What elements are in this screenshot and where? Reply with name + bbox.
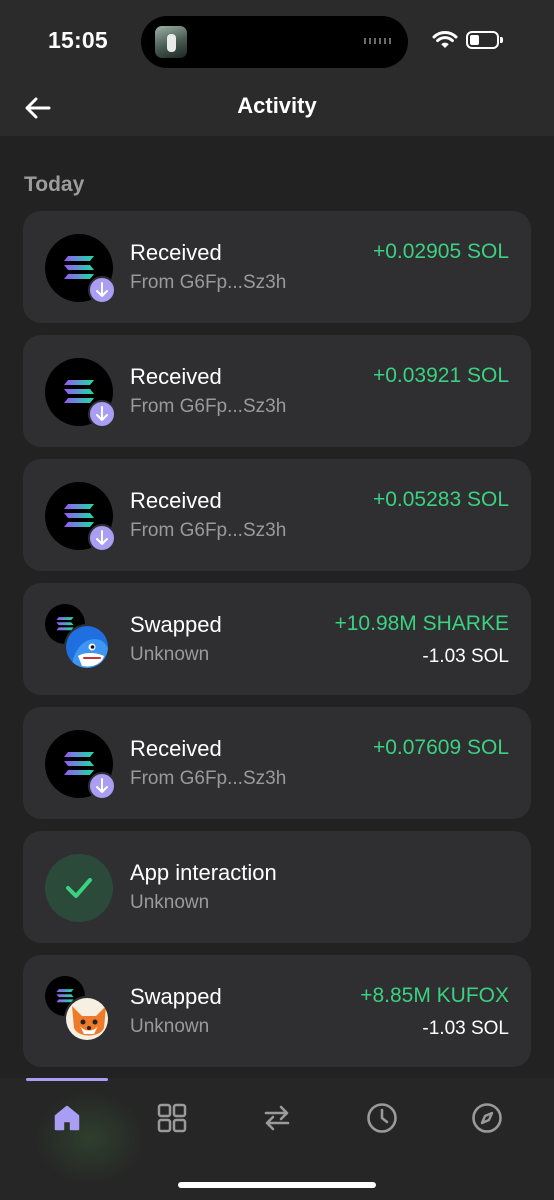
activity-item[interactable]: Swapped Unknown +8.85M KUFOX -1.03 SOL: [23, 955, 531, 1067]
receive-arrow-icon: [88, 524, 116, 552]
transaction-title: Received: [130, 488, 222, 513]
tab-collectibles[interactable]: [150, 1096, 194, 1140]
status-time: 15:05: [48, 27, 108, 53]
now-playing-artwork-icon: [155, 26, 187, 58]
dynamic-island[interactable]: [141, 16, 408, 68]
header: Activity: [0, 80, 554, 136]
transaction-avatar: [45, 604, 113, 674]
activity-list: Received From G6Fp...Sz3h +0.02905 SOL R…: [23, 211, 531, 1079]
transaction-subtitle: Unknown: [130, 892, 210, 913]
transaction-avatar: [45, 854, 113, 922]
activity-item[interactable]: App interaction Unknown: [23, 831, 531, 943]
transaction-amount: +10.98M SHARKE: [334, 612, 509, 635]
receive-arrow-icon: [88, 400, 116, 428]
page-title: Activity: [237, 93, 317, 118]
compass-icon: [472, 1103, 502, 1133]
activity-item[interactable]: Received From G6Fp...Sz3h +0.02905 SOL: [23, 211, 531, 323]
status-bar: 15:05: [0, 0, 554, 80]
transaction-amount: +8.85M KUFOX: [360, 984, 509, 1007]
transaction-amount-secondary: -1.03 SOL: [422, 646, 509, 667]
transaction-amount-secondary: -1.03 SOL: [422, 1018, 509, 1039]
fox-token-icon: [64, 996, 110, 1042]
clock-icon: [367, 1103, 397, 1133]
tab-home[interactable]: [45, 1096, 89, 1140]
activity-item[interactable]: Swapped Unknown +10.98M SHARKE -1.03 SOL: [23, 583, 531, 695]
tab-swap[interactable]: [255, 1096, 299, 1140]
active-tab-indicator: [26, 1078, 108, 1081]
transaction-subtitle: Unknown: [130, 644, 210, 665]
home-indicator[interactable]: [178, 1182, 376, 1188]
activity-item[interactable]: Received From G6Fp...Sz3h +0.07609 SOL: [23, 707, 531, 819]
transaction-amount: +0.02905 SOL: [372, 240, 509, 263]
tab-activity[interactable]: [360, 1096, 404, 1140]
transaction-avatar: [45, 976, 113, 1046]
transaction-amount: +0.07609 SOL: [372, 736, 509, 759]
transaction-avatar: [45, 234, 116, 304]
receive-arrow-icon: [88, 772, 116, 800]
home-icon: [54, 1105, 80, 1131]
transaction-avatar: [45, 358, 116, 428]
transaction-title: App interaction: [130, 860, 277, 885]
wifi-icon: [432, 30, 458, 48]
checkmark-icon: [45, 854, 113, 922]
transaction-avatar: [45, 730, 116, 800]
section-label-today: Today: [24, 173, 85, 196]
battery-icon: [466, 31, 503, 49]
transaction-title: Received: [130, 364, 222, 389]
transaction-title: Received: [130, 240, 222, 265]
swap-icon: [264, 1105, 290, 1131]
activity-item[interactable]: Received From G6Fp...Sz3h +0.05283 SOL: [23, 459, 531, 571]
transaction-title: Swapped: [130, 612, 222, 637]
transaction-subtitle: From G6Fp...Sz3h: [130, 520, 287, 541]
receive-arrow-icon: [88, 276, 116, 304]
transaction-subtitle: From G6Fp...Sz3h: [130, 768, 287, 789]
transaction-amount: +0.05283 SOL: [372, 488, 509, 511]
transaction-subtitle: From G6Fp...Sz3h: [130, 396, 287, 417]
transaction-avatar: [45, 482, 116, 552]
transaction-title: Received: [130, 736, 222, 761]
transaction-subtitle: From G6Fp...Sz3h: [130, 272, 287, 293]
tab-explore[interactable]: [465, 1096, 509, 1140]
audio-waveform-icon: [364, 38, 392, 44]
transaction-title: Swapped: [130, 984, 222, 1009]
transaction-amount: +0.03921 SOL: [372, 364, 509, 387]
transaction-subtitle: Unknown: [130, 1016, 210, 1037]
activity-item[interactable]: Received From G6Fp...Sz3h +0.03921 SOL: [23, 335, 531, 447]
grid-icon: [157, 1103, 187, 1133]
shark-token-icon: [64, 624, 110, 670]
